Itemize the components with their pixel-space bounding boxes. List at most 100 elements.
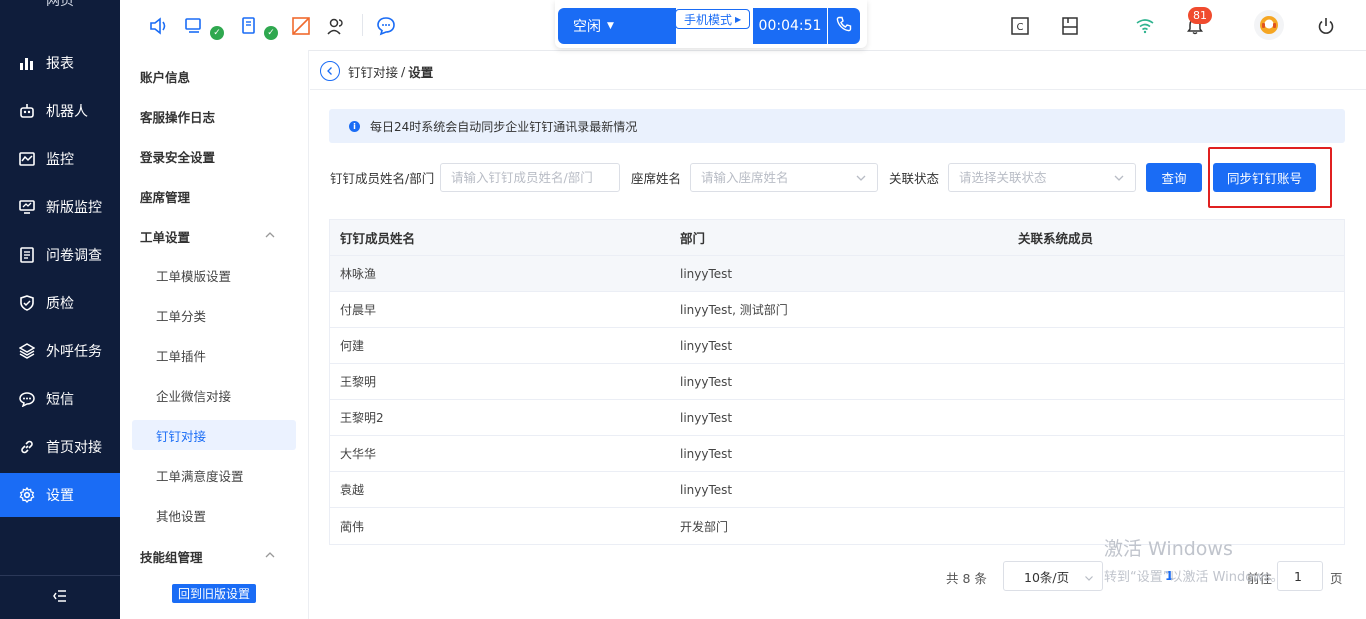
- caret-down-icon: ▼: [607, 21, 614, 31]
- support-chat-icon[interactable]: [374, 14, 398, 38]
- highlight-box: [1208, 147, 1332, 208]
- subnav-item-login-security[interactable]: 登录安全设置: [132, 141, 296, 171]
- survey-icon: [18, 246, 36, 264]
- subnav-item-account[interactable]: 账户信息: [132, 61, 296, 91]
- layers-icon: [18, 342, 36, 360]
- member-name-cell: 何建: [340, 339, 365, 353]
- svg-text:C: C: [1017, 22, 1024, 33]
- collapse-button[interactable]: [0, 575, 120, 619]
- table-row[interactable]: 大华华 linyyTest: [330, 436, 1344, 472]
- column-header: 钉钉成员姓名: [340, 231, 416, 246]
- member-name-cell: 袁越: [340, 483, 365, 497]
- nav-item-new-monitor[interactable]: 新版监控: [0, 185, 120, 229]
- notification-badge: 81: [1188, 7, 1212, 24]
- table-row[interactable]: 林咏渔 linyyTest: [330, 256, 1344, 292]
- nav-item-monitor[interactable]: 监控: [0, 137, 120, 181]
- seat-filter-label: 座席姓名: [631, 171, 682, 186]
- phone-mode-label: 手机模式: [684, 12, 733, 27]
- breadcrumb-parent[interactable]: 钉钉对接: [348, 62, 398, 81]
- users-icon[interactable]: [324, 14, 348, 38]
- nav-item-label: 质检: [46, 296, 74, 312]
- department-cell: linyyTest: [680, 374, 733, 389]
- member-name-cell: 王黎明: [340, 375, 377, 389]
- document-icon[interactable]: [237, 14, 261, 38]
- subnav-item-ticket-satisfaction[interactable]: 工单满意度设置: [132, 460, 296, 490]
- subnav-item-ticket-plugin[interactable]: 工单插件: [132, 340, 296, 370]
- nav-item-label: 短信: [46, 392, 74, 408]
- nav-item-quality[interactable]: 质检: [0, 281, 120, 325]
- column-header: 部门: [680, 231, 706, 246]
- agent-status-dropdown[interactable]: 空闲 ▼: [558, 8, 676, 44]
- member-name-cell: 大华华: [340, 447, 377, 461]
- collapse-icon: [53, 589, 67, 606]
- toolbar-divider: [362, 14, 363, 36]
- sync-notice: i 每日24时系统会自动同步企业钉钉通讯录最新情况: [329, 109, 1345, 143]
- nav-item-home-integration[interactable]: 首页对接: [0, 425, 120, 469]
- info-icon: i: [349, 120, 360, 132]
- subnav-group-ticket-settings[interactable]: 工单设置: [132, 221, 296, 251]
- shield-icon: [18, 294, 36, 312]
- nav-item-sms[interactable]: 短信: [0, 377, 120, 421]
- subnav-item-wecom[interactable]: 企业微信对接: [132, 380, 296, 410]
- chevron-up-icon: [264, 549, 278, 563]
- subnav-item-dingtalk[interactable]: 钉钉对接: [132, 420, 296, 450]
- goto-page-input[interactable]: 1: [1277, 561, 1323, 591]
- page-size-select[interactable]: 10条/页: [1003, 561, 1103, 591]
- save-box-icon[interactable]: [1058, 14, 1082, 38]
- nav-item-reports[interactable]: 报表: [0, 41, 120, 85]
- member-name-cell: 王黎明2: [340, 411, 384, 425]
- table-row[interactable]: 王黎明 linyyTest: [330, 364, 1344, 400]
- nav-item-outbound[interactable]: 外呼任务: [0, 329, 120, 373]
- member-name-cell: 付晨早: [340, 303, 377, 317]
- goto-label: 前往: [1247, 571, 1273, 586]
- avatar[interactable]: [1254, 10, 1284, 40]
- subnav-item-seat-management[interactable]: 座席管理: [132, 181, 296, 211]
- department-cell: linyyTest: [680, 410, 733, 425]
- left-nav: 网页 报表 机器人 监控 新版监控 问卷调查 质检 外呼任务 短信 首页对接 设…: [0, 0, 120, 619]
- subnav-group-label: 工单设置: [140, 229, 191, 245]
- nav-item-label: 新版监控: [46, 200, 102, 216]
- c-box-icon[interactable]: C: [1008, 14, 1032, 38]
- member-search-input[interactable]: [440, 163, 620, 192]
- chevron-down-icon: [1084, 571, 1094, 586]
- table-row[interactable]: 付晨早 linyyTest, 测试部门: [330, 292, 1344, 328]
- chevron-down-icon: [1113, 172, 1125, 184]
- subnav-group-skill-groups[interactable]: 技能组管理: [132, 541, 296, 571]
- subnav-item-operation-log[interactable]: 客服操作日志: [132, 101, 296, 131]
- department-cell: linyyTest, 测试部门: [680, 303, 788, 317]
- breadcrumb: 钉钉对接 / 设置: [320, 61, 433, 81]
- nav-item-settings[interactable]: 设置: [0, 473, 120, 517]
- chat-check-icon: ✓: [210, 26, 224, 40]
- phone-button[interactable]: [828, 8, 860, 44]
- nav-item-label: 监控: [46, 152, 74, 168]
- back-button[interactable]: [320, 61, 340, 81]
- subnav-item-other-settings[interactable]: 其他设置: [132, 500, 296, 530]
- power-icon[interactable]: [1314, 14, 1338, 38]
- department-cell: linyyTest: [680, 266, 733, 281]
- page-number-current[interactable]: 1: [1165, 568, 1174, 583]
- table-row[interactable]: 何建 linyyTest: [330, 328, 1344, 364]
- nav-item-label: 首页对接: [46, 440, 102, 456]
- status-select[interactable]: [948, 163, 1136, 192]
- subnav-item-ticket-category[interactable]: 工单分类: [132, 300, 296, 330]
- chat-icon[interactable]: [182, 14, 206, 38]
- seat-select[interactable]: [690, 163, 878, 192]
- subnav-item-ticket-template[interactable]: 工单模版设置: [132, 260, 296, 290]
- nav-top-label: 网页: [46, 0, 74, 9]
- member-filter-label: 钉钉成员姓名/部门: [330, 171, 435, 186]
- table-row[interactable]: 蔺伟 开发部门: [330, 508, 1344, 544]
- table-row[interactable]: 袁越 linyyTest: [330, 472, 1344, 508]
- settings-subnav: 账户信息 客服操作日志 登录安全设置 座席管理 工单设置 工单模版设置 工单分类…: [120, 50, 309, 619]
- nav-item-survey[interactable]: 问卷调查: [0, 233, 120, 277]
- message-icon: [18, 390, 36, 408]
- speaker-icon[interactable]: [147, 14, 171, 38]
- top-bar: ✓ ✓ 空闲 ▼ 手机模式 ▶ 00:04:51 C 81: [120, 0, 1366, 51]
- no-call-icon[interactable]: [289, 14, 313, 38]
- query-button[interactable]: 查询: [1146, 163, 1202, 192]
- old-version-button[interactable]: 回到旧版设置: [172, 584, 257, 603]
- table-row[interactable]: 王黎明2 linyyTest: [330, 400, 1344, 436]
- phone-mode-toggle[interactable]: 手机模式 ▶: [675, 9, 751, 29]
- robot-icon: [18, 102, 36, 120]
- nav-top-cut: 网页: [0, 0, 120, 20]
- nav-item-robot[interactable]: 机器人: [0, 89, 120, 133]
